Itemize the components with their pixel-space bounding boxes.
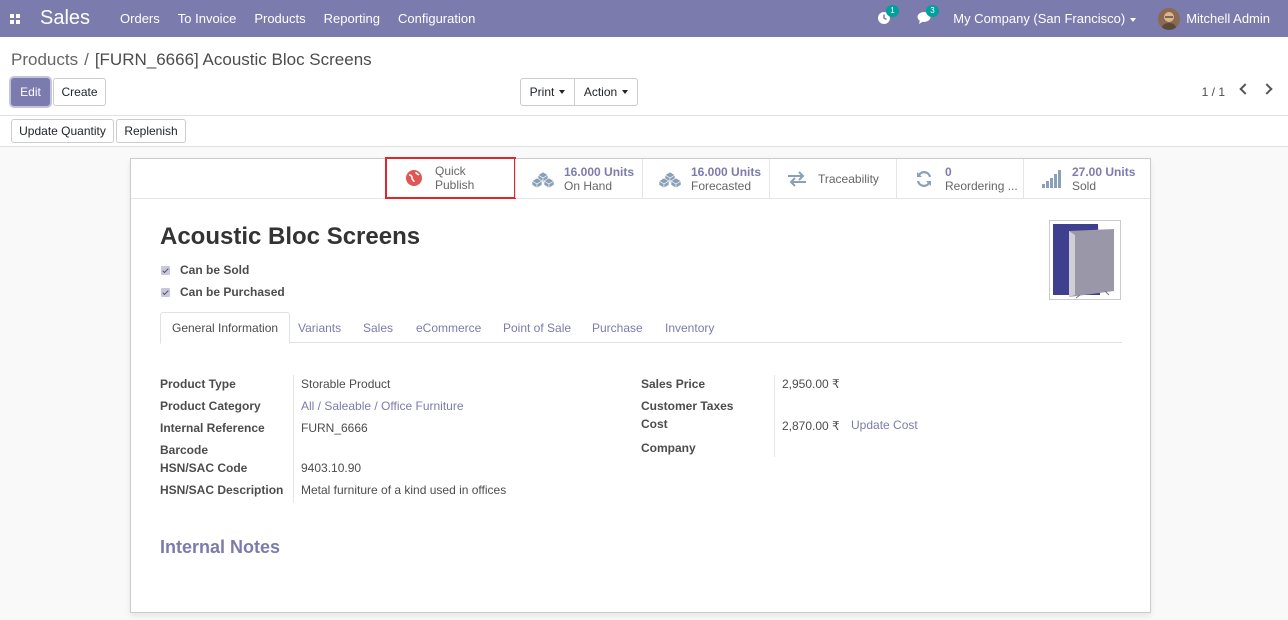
on-hand-value: 16.000 Units [564,164,635,179]
product-type-field[interactable]: Storable Product [301,377,390,391]
menu-to-invoice[interactable]: To Invoice [178,11,237,26]
replenish-button[interactable]: Replenish [116,119,186,143]
can-be-sold-checkbox[interactable] [161,265,170,275]
product-category-label: Product Category [160,399,261,413]
company-label: Company [641,441,696,455]
tab-inventory[interactable]: Inventory [665,312,714,343]
breadcrumb-separator: / [84,50,89,69]
menu-orders[interactable]: Orders [120,11,160,26]
forecasted-value: 16.000 Units [691,164,762,179]
traceability-button[interactable]: Traceability [769,159,896,198]
status-bar: Update Quantity Replenish [0,116,1288,147]
sold-button[interactable]: 27.00 Units Sold [1023,159,1150,198]
on-hand-button[interactable]: 16.000 Units On Hand [515,159,642,198]
tab-sales[interactable]: Sales [363,312,393,343]
company-name: My Company (San Francisco) [953,11,1126,26]
sales-price-field[interactable]: 2,950.00 ₹ [782,377,840,391]
on-hand-label: On Hand [564,178,613,193]
can-be-sold-label: Can be Sold [180,263,250,277]
globe-icon [401,165,427,191]
tab-ecommerce[interactable]: eCommerce [416,312,481,343]
hsn-sac-code-label: HSN/SAC Code [160,461,248,475]
can-be-purchased-row: Can be Purchased [161,285,285,299]
forecasted-label: Forecasted [691,178,752,193]
menu-products[interactable]: Products [254,11,305,26]
tab-variants[interactable]: Variants [298,312,341,343]
activity-button[interactable]: 1 [877,4,899,27]
pager-value[interactable]: 1 / 1 [1202,85,1225,99]
signal-bars-icon [1038,166,1064,192]
hsn-sac-description-field[interactable]: Metal furniture of a kind used in office… [301,483,506,497]
form-sheet: Quick Publish 16.000 Units On Hand 16.000 … [130,157,1151,613]
breadcrumb-products[interactable]: Products [11,50,78,69]
menu-reporting[interactable]: Reporting [324,11,380,26]
print-label: Print [529,85,555,99]
sold-label: Sold [1072,178,1097,193]
tab-purchase[interactable]: Purchase [592,312,643,343]
reordering-button[interactable]: 0 Reordering ... [896,159,1024,198]
user-menu[interactable]: Mitchell Admin [1186,11,1270,26]
app-name[interactable]: Sales [40,7,90,30]
chevron-down-icon [622,90,629,94]
top-navbar: Sales Orders To Invoice Products Reporti… [0,0,1288,37]
customer-taxes-label: Customer Taxes [641,399,734,413]
internal-notes-heading: Internal Notes [160,537,281,557]
sales-price-label: Sales Price [641,377,706,391]
breadcrumb-current: [FURN_6666] Acoustic Bloc Screens [94,50,372,69]
action-dropdown[interactable]: Action [574,78,638,106]
avatar[interactable] [1158,7,1181,30]
cubes-icon [657,166,683,192]
pager-next-icon[interactable] [1261,83,1273,95]
apps-grid-icon [10,13,20,24]
chevron-down-icon [1130,17,1137,22]
action-label: Action [583,85,618,99]
quick-publish-value: Quick [435,164,466,178]
field-divider [293,375,294,503]
reordering-value: 0 [945,164,952,179]
product-name[interactable]: Acoustic Bloc Screens [160,223,420,251]
exchange-arrows-icon [784,166,810,192]
messaging-button[interactable]: 3 [917,4,939,27]
company-switcher[interactable]: My Company (San Francisco) [953,11,1137,26]
activity-count-badge: 1 [886,4,899,17]
field-divider [774,375,775,457]
update-quantity-button[interactable]: Update Quantity [11,119,114,143]
internal-reference-field[interactable]: FURN_6666 [301,421,368,435]
internal-reference-label: Internal Reference [160,421,265,435]
can-be-sold-row: Can be Sold [161,263,249,277]
tab-general-information[interactable]: General Information [160,312,291,344]
edit-button[interactable]: Edit [11,78,50,106]
notebook-tabs: General Information Variants Sales eComm… [160,312,1122,344]
cubes-icon [530,166,556,192]
quick-publish-label: Publish [435,178,475,192]
forecasted-button[interactable]: 16.000 Units Forecasted [642,159,769,198]
traceability-label: Traceability [818,171,879,186]
sold-value: 27.00 Units [1072,164,1136,179]
print-dropdown[interactable]: Print [520,78,575,106]
cost-field[interactable]: 2,870.00 ₹ [782,419,840,433]
control-panel: Products / [FURN_6666] Acoustic Bloc Scree… [0,37,1288,116]
update-cost-link[interactable]: Update Cost [851,418,918,432]
cost-label: Cost [641,417,668,431]
barcode-label: Barcode [160,443,209,457]
hsn-sac-code-field[interactable]: 9403.10.90 [301,461,361,475]
hsn-sac-description-label: HSN/SAC Description [160,483,284,497]
message-count-badge: 3 [926,4,939,17]
pager-previous-icon[interactable] [1239,83,1251,95]
quick-publish-button[interactable]: Quick Publish [385,157,516,199]
reordering-label: Reordering ... [945,178,1018,193]
menu-configuration[interactable]: Configuration [398,11,475,26]
smart-button-box: Quick Publish 16.000 Units On Hand 16.000 … [131,157,1150,199]
chevron-down-icon [559,90,566,94]
refresh-icon [911,166,937,192]
can-be-purchased-label: Can be Purchased [180,285,285,299]
product-type-label: Product Type [160,377,236,391]
apps-menu-button[interactable] [0,0,24,37]
product-image[interactable] [1049,220,1121,300]
product-category-link[interactable]: All / Saleable / Office Furniture [301,399,464,413]
breadcrumb: Products / [FURN_6666] Acoustic Bloc Scree… [11,50,372,70]
create-button[interactable]: Create [53,78,106,106]
tab-point-of-sale[interactable]: Point of Sale [503,312,571,343]
can-be-purchased-checkbox[interactable] [161,287,170,297]
